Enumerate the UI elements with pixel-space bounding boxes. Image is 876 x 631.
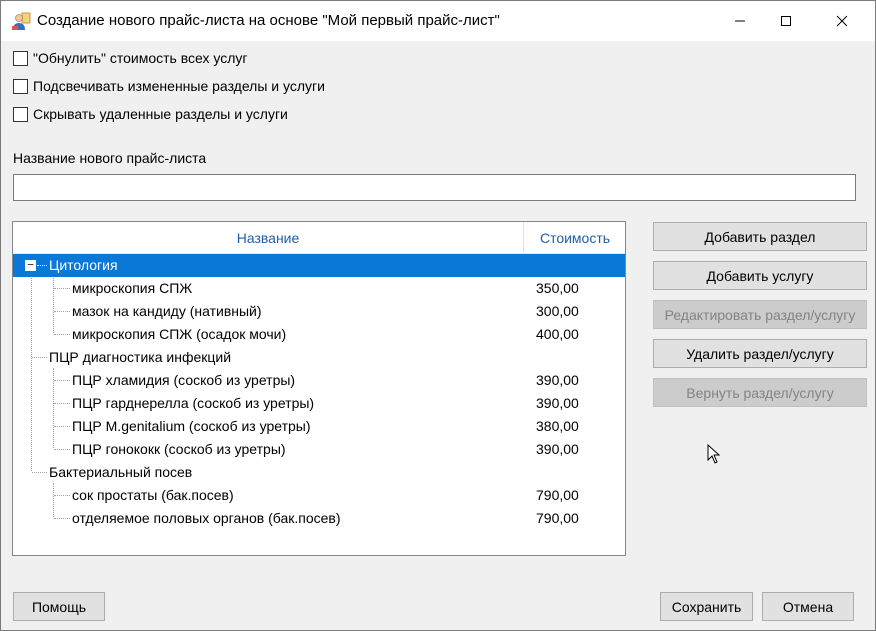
new-name-input[interactable] <box>13 174 856 201</box>
restore-button[interactable]: Вернуть раздел/услугу <box>653 378 867 407</box>
item-name: ПЦР хламидия (соскоб из уретры) <box>72 372 296 388</box>
tree-row-section[interactable]: Бактериальный посев <box>13 461 625 484</box>
section-name: Бактериальный посев <box>49 464 193 480</box>
window-title: Создание нового прайс-листа на основе "М… <box>37 12 500 29</box>
tree-row-item[interactable]: сок простаты (бак.посев) 790,00 <box>13 484 625 507</box>
item-price: 390,00 <box>536 372 579 388</box>
tree-row-item[interactable]: ПЦР хламидия (соскоб из уретры) 390,00 <box>13 369 625 392</box>
section-name: Цитология <box>49 257 118 273</box>
option-label: Скрывать удаленные разделы и услуги <box>33 106 288 122</box>
add-service-button[interactable]: Добавить услугу <box>653 261 867 290</box>
close-button[interactable] <box>819 1 865 41</box>
tree-line <box>54 334 70 335</box>
dialog-window: Создание нового прайс-листа на основе "М… <box>0 0 876 631</box>
option-label: "Обнулить" стоимость всех услуг <box>33 50 248 66</box>
tree-row-item[interactable]: ПЦР гарднерелла (соскоб из уретры) 390,0… <box>13 392 625 415</box>
reset-prices-checkbox[interactable] <box>13 50 28 66</box>
tree-row-item[interactable]: ПЦР гонококк (соскоб из уретры) 390,00 <box>13 438 625 461</box>
item-price: 390,00 <box>536 441 579 457</box>
new-name-label: Название нового прайс-листа <box>13 150 207 166</box>
option-label: Подсвечивать измененные разделы и услуги <box>33 78 325 94</box>
item-name: сок простаты (бак.посев) <box>72 487 234 503</box>
cancel-button[interactable]: Отмена <box>762 592 854 621</box>
title-bar: Создание нового прайс-листа на основе "М… <box>1 1 875 41</box>
tree-line <box>54 426 70 427</box>
tree-line <box>54 311 70 312</box>
item-price: 350,00 <box>536 280 579 296</box>
item-price: 790,00 <box>536 510 579 526</box>
save-button[interactable]: Сохранить <box>660 592 753 621</box>
maximize-icon <box>781 16 791 26</box>
add-section-button[interactable]: Добавить раздел <box>653 222 867 251</box>
minimize-button[interactable] <box>717 1 763 41</box>
close-icon <box>836 15 848 27</box>
tree-line <box>54 403 70 404</box>
item-name: ПЦР M.genitalium (соскоб из уретры) <box>72 418 311 434</box>
column-header-name[interactable]: Название <box>13 222 524 254</box>
item-name: отделяемое половых органов (бак.посев) <box>72 510 341 526</box>
tree-line <box>54 449 70 450</box>
item-name: ПЦР гонококк (соскоб из уретры) <box>72 441 286 457</box>
edit-button[interactable]: Редактировать раздел/услугу <box>653 300 867 329</box>
mouse-cursor-icon <box>707 444 721 464</box>
tree-row-section[interactable]: − Цитология <box>13 254 625 277</box>
tree-line <box>54 495 70 496</box>
item-name: ПЦР гарднерелла (соскоб из уретры) <box>72 395 315 411</box>
tree-line <box>32 357 47 358</box>
item-price: 790,00 <box>536 487 579 503</box>
option-hide-deleted[interactable]: Скрывать удаленные разделы и услуги <box>13 105 288 123</box>
delete-button[interactable]: Удалить раздел/услугу <box>653 339 867 368</box>
tree-line <box>54 518 70 519</box>
tree-line <box>37 265 47 266</box>
option-highlight-changed[interactable]: Подсвечивать измененные разделы и услуги <box>13 77 325 95</box>
tree-header: Название Стоимость <box>13 222 625 254</box>
item-price: 400,00 <box>536 326 579 342</box>
section-name: ПЦР диагностика инфекций <box>49 349 232 365</box>
tree-row-item[interactable]: мазок на кандиду (нативный) 300,00 <box>13 300 625 323</box>
help-button[interactable]: Помощь <box>13 592 105 621</box>
item-price: 390,00 <box>536 395 579 411</box>
tree-row-item[interactable]: микроскопия СПЖ 350,00 <box>13 277 625 300</box>
tree-line <box>54 380 70 381</box>
item-price: 380,00 <box>536 418 579 434</box>
maximize-button[interactable] <box>763 1 809 41</box>
item-price: 300,00 <box>536 303 579 319</box>
minimize-icon <box>735 20 745 22</box>
item-name: мазок на кандиду (нативный) <box>72 303 262 319</box>
app-icon <box>11 11 31 31</box>
tree-line <box>54 288 70 289</box>
hide-deleted-checkbox[interactable] <box>13 106 28 122</box>
tree-row-section[interactable]: ПЦР диагностика инфекций <box>13 346 625 369</box>
item-name: микроскопия СПЖ (осадок мочи) <box>72 326 287 342</box>
price-tree[interactable]: Название Стоимость − Цитология микроскоп… <box>12 221 626 556</box>
tree-row-item[interactable]: микроскопия СПЖ (осадок мочи) 400,00 <box>13 323 625 346</box>
column-header-price[interactable]: Стоимость <box>525 222 625 254</box>
tree-row-item[interactable]: ПЦР M.genitalium (соскоб из уретры) 380,… <box>13 415 625 438</box>
tree-row-item[interactable]: отделяемое половых органов (бак.посев) 7… <box>13 507 625 530</box>
tree-line <box>32 472 47 473</box>
item-name: микроскопия СПЖ <box>72 280 193 296</box>
highlight-changed-checkbox[interactable] <box>13 78 28 94</box>
collapse-icon[interactable]: − <box>25 259 36 271</box>
option-reset-prices[interactable]: "Обнулить" стоимость всех услуг <box>13 49 248 67</box>
